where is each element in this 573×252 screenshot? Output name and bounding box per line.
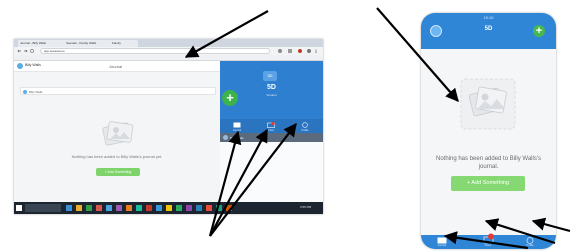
- add-something-button[interactable]: + Add Something: [96, 168, 140, 176]
- profile-tab-icon[interactable]: [525, 237, 535, 244]
- tab-profile[interactable]: Profile: [288, 129, 322, 132]
- tab-journal[interactable]: Journal: [432, 244, 452, 247]
- class-name: 5D: [267, 84, 276, 91]
- student-filter[interactable]: Billy Walls: [20, 87, 216, 95]
- desktop-screenshot: Journal - Billy Walls Seesaw - Family Wa…: [14, 39, 323, 214]
- taskbar-clock: 3:55 PM: [300, 205, 312, 209]
- journal-tab-icon[interactable]: [437, 237, 447, 244]
- avatar[interactable]: [17, 63, 23, 69]
- navigation-icons[interactable]: [17, 48, 37, 54]
- tab-inbox[interactable]: Inbox: [478, 244, 498, 247]
- empty-journal-illustration-icon: [460, 78, 516, 130]
- user-name: Billy Walls: [25, 63, 41, 67]
- tab-inbox[interactable]: Inbox: [254, 129, 288, 132]
- add-post-fab[interactable]: +: [222, 90, 238, 106]
- journal-main-panel: Billy Walls Journal Billy Walls Nothing …: [14, 61, 220, 202]
- empty-journal-message: Nothing has been added to Billy Walls's …: [71, 154, 163, 159]
- inbox-tab-icon[interactable]: [267, 122, 275, 128]
- sidebar-tabs: Journal Inbox Profile: [220, 119, 323, 133]
- browser-toolbar-icons[interactable]: [276, 48, 320, 54]
- student-filter-label: Billy Walls: [29, 89, 43, 94]
- browser-tab[interactable]: Seesaw - Family Walls: [64, 40, 112, 47]
- taskbar-search[interactable]: [25, 204, 61, 212]
- add-something-button[interactable]: + Add Something: [451, 176, 525, 191]
- profile-tab-icon[interactable]: [301, 122, 309, 128]
- empty-journal-message: Nothing has been added to Billy Walls's …: [436, 156, 541, 170]
- class-sidebar: 5D 5D Student Journal Inbox Profile Bill…: [220, 61, 323, 202]
- class-badge[interactable]: 5D: [263, 71, 277, 81]
- windows-taskbar: 3:55 PM: [14, 202, 323, 214]
- browser-tab[interactable]: Family: [110, 40, 138, 47]
- browser-tab[interactable]: Journal - Billy Walls: [18, 40, 66, 47]
- class-header: 5D 5D Student: [220, 61, 323, 119]
- journal-header: Billy Walls Journal: [14, 61, 220, 72]
- empty-journal-illustration-icon: [102, 121, 134, 146]
- sidebar-post-row[interactable]: Billy Walls: [220, 133, 323, 142]
- avatar: [223, 135, 228, 140]
- tab-journal[interactable]: Journal: [220, 129, 254, 132]
- status-bar-time: 10:10: [483, 15, 494, 20]
- sidebar-post-label: Billy Walls: [230, 135, 244, 140]
- windows-start-icon[interactable]: [16, 205, 22, 211]
- page-title: Journal: [109, 64, 123, 69]
- add-post-button[interactable]: +: [533, 25, 545, 37]
- student-avatar-icon: [23, 89, 27, 94]
- app-content: Billy Walls Journal Billy Walls Nothing …: [14, 61, 323, 202]
- inbox-tab-icon[interactable]: [483, 233, 495, 244]
- address-field[interactable]: app.seesaw.me: [40, 48, 270, 54]
- address-bar-row: app.seesaw.me: [14, 47, 323, 55]
- browser-tab-bar: Journal - Billy Walls Seesaw - Family Wa…: [14, 39, 323, 47]
- phone-header: 10:10 5D +: [421, 13, 556, 49]
- taskbar-app-icons[interactable]: [66, 205, 236, 211]
- phone-tab-bar: Journal Inbox Profile: [421, 233, 556, 249]
- journal-tab-icon[interactable]: [233, 122, 241, 128]
- tab-profile[interactable]: Profile: [520, 244, 540, 247]
- phone-screenshot: 10:10 5D + Nothing has been added to Bil…: [421, 13, 556, 249]
